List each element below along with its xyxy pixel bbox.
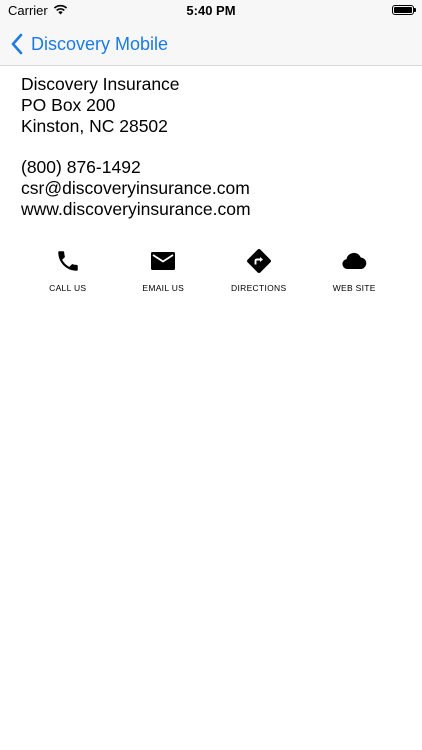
status-time: 5:40 PM	[186, 3, 236, 18]
back-button-label: Discovery Mobile	[31, 33, 169, 54]
directions-icon	[244, 246, 274, 276]
chevron-left-icon	[10, 33, 28, 55]
action-buttons: CALL US EMAIL US DIRECTIONS WEB SITE	[20, 246, 402, 293]
cloud-icon	[339, 246, 369, 276]
website-address[interactable]: www.discoveryinsurance.com	[21, 199, 251, 220]
web-site-label: WEB SITE	[332, 283, 376, 293]
address-line-1: PO Box 200	[21, 95, 116, 115]
battery-icon	[392, 5, 416, 15]
envelope-icon	[148, 246, 178, 276]
phone-icon	[53, 246, 83, 276]
email-us-label: EMAIL US	[142, 283, 185, 293]
company-name: Discovery Insurance	[21, 74, 180, 94]
email-address[interactable]: csr@discoveryinsurance.com	[21, 178, 251, 199]
address-line-2: Kinston, NC 28502	[21, 116, 168, 136]
call-us-button[interactable]: CALL US	[20, 246, 116, 293]
web-site-button[interactable]: WEB SITE	[307, 246, 403, 293]
phone-number[interactable]: (800) 876-1492	[21, 157, 251, 178]
call-us-label: CALL US	[49, 283, 87, 293]
back-button[interactable]: Discovery Mobile	[10, 30, 168, 58]
directions-button[interactable]: DIRECTIONS	[211, 246, 307, 293]
directions-label: DIRECTIONS	[231, 283, 287, 293]
contact-info: Discovery Insurance PO Box 200 Kinston, …	[21, 74, 251, 220]
navigation-bar: Discovery Mobile	[0, 22, 422, 66]
status-bar: Carrier 5:40 PM	[0, 0, 422, 22]
email-us-button[interactable]: EMAIL US	[116, 246, 212, 293]
